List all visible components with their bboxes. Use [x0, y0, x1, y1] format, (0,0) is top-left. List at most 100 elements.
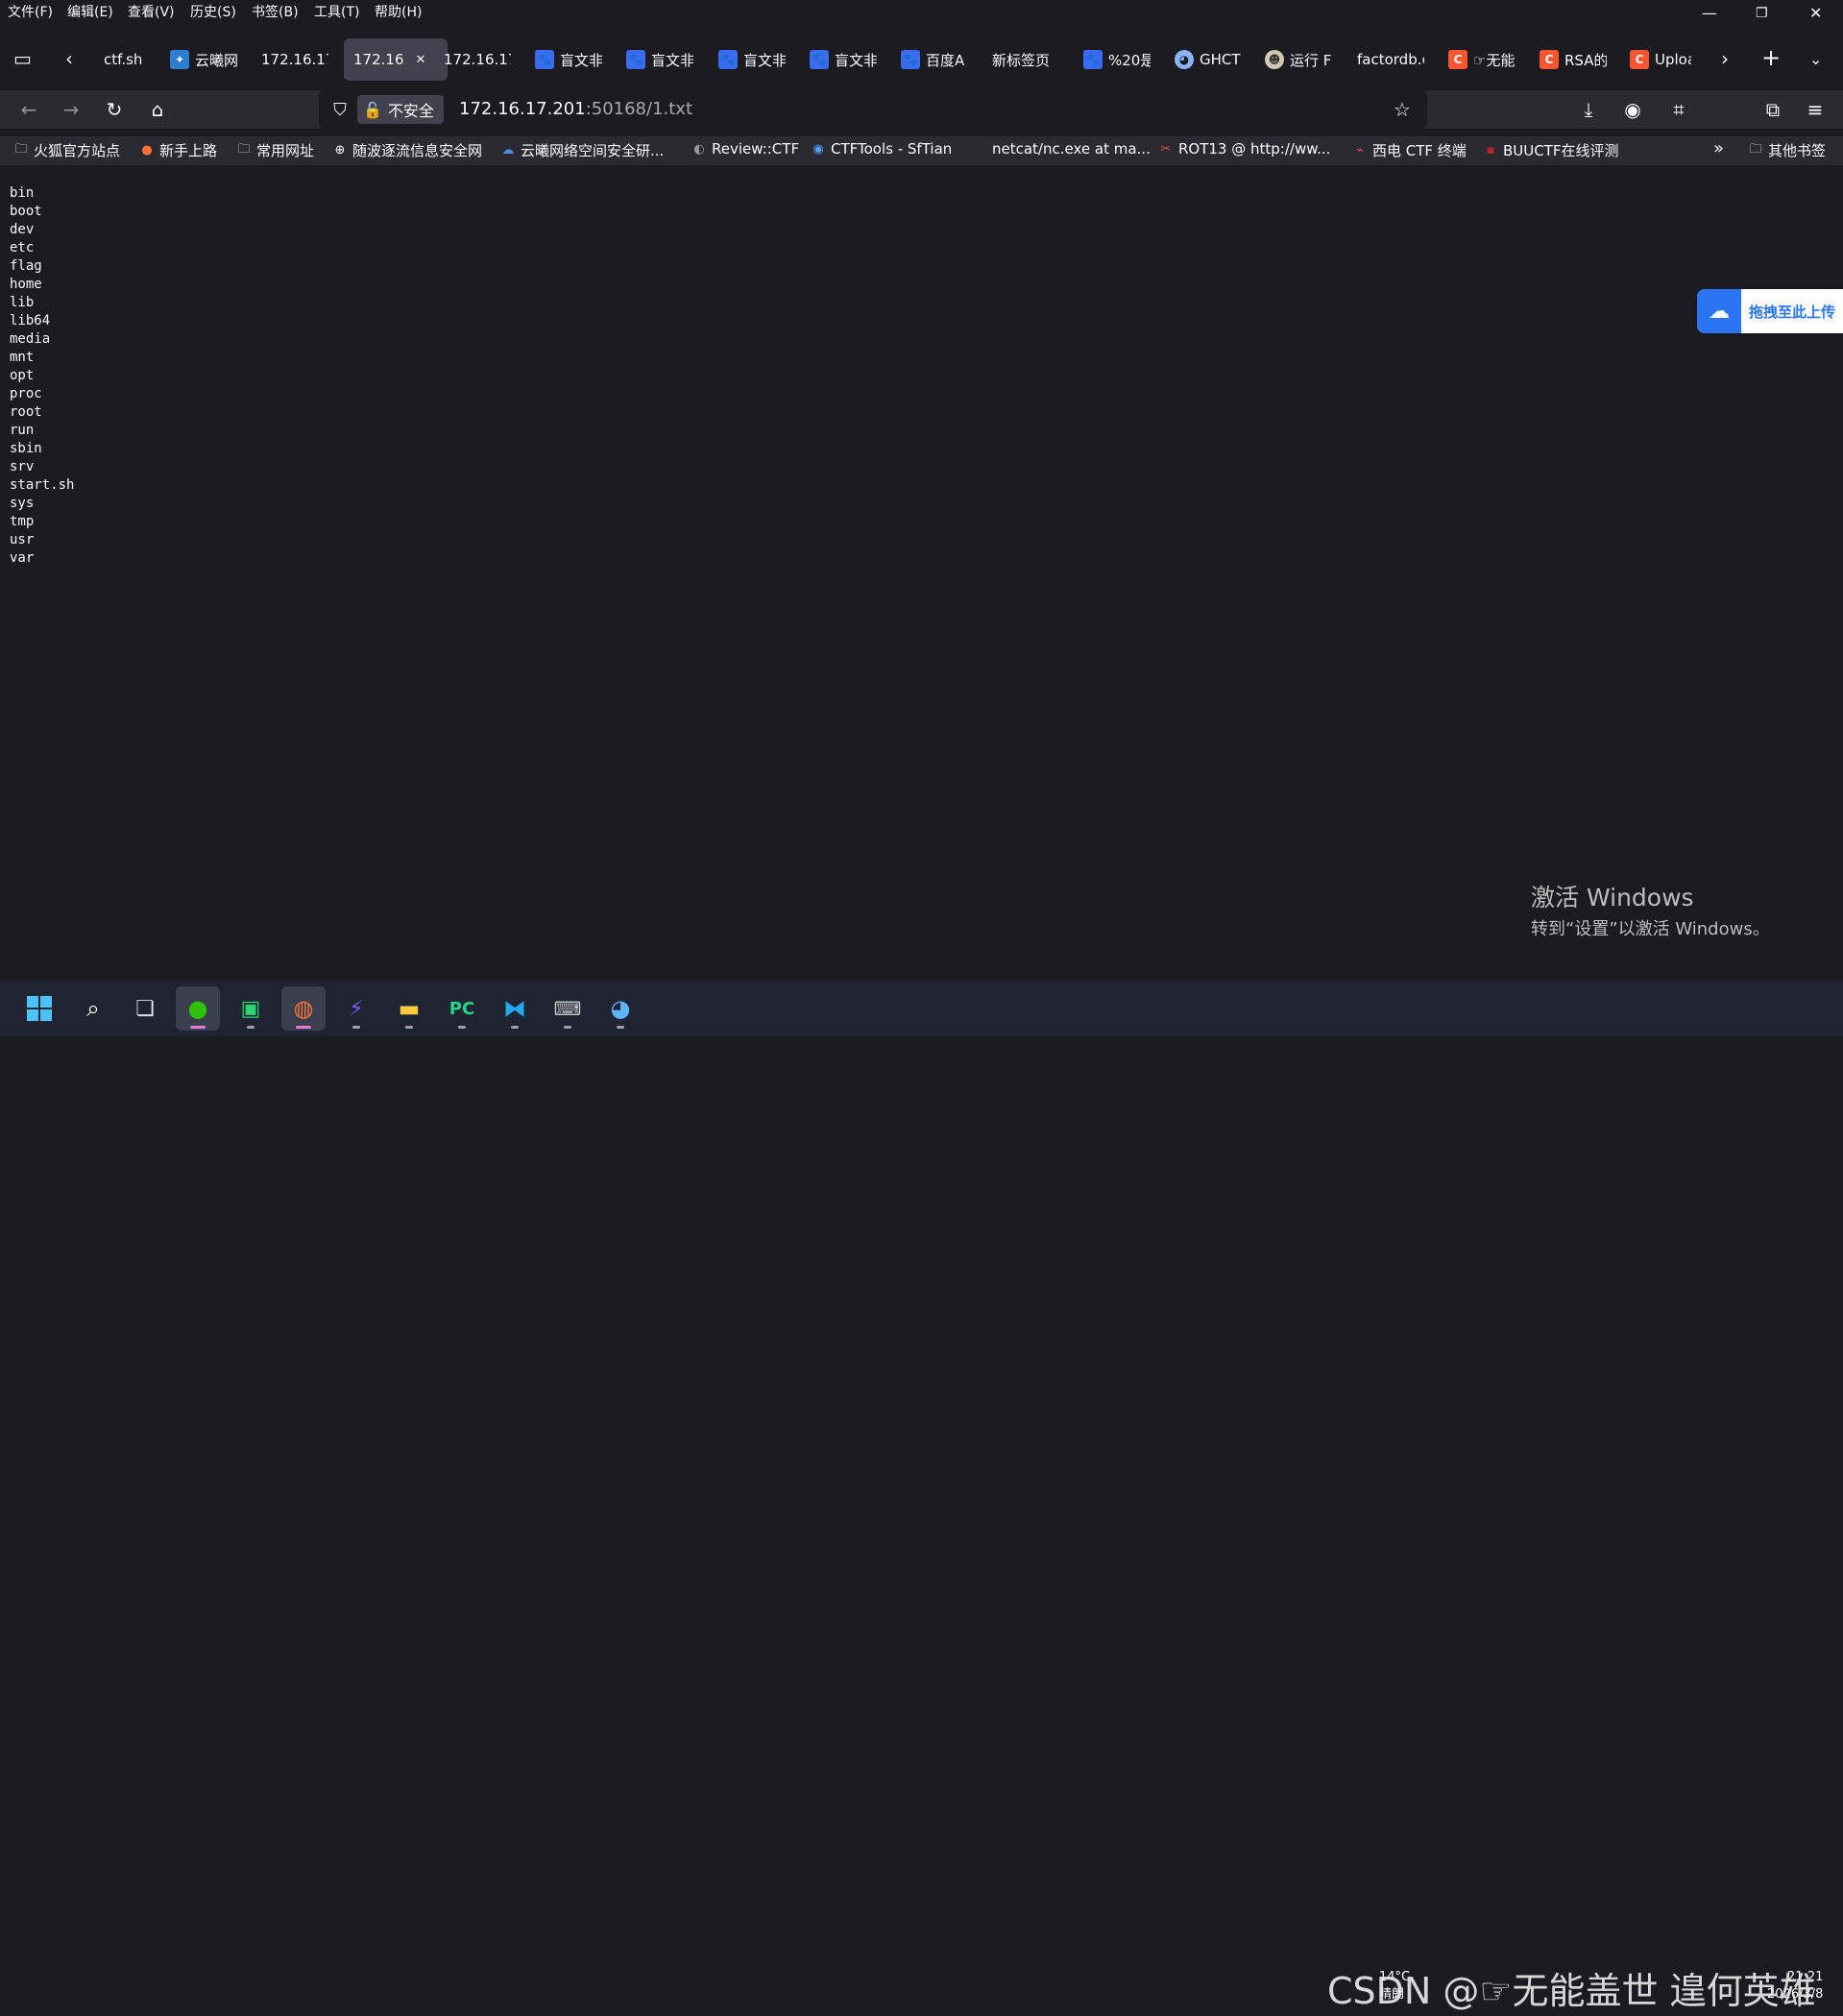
vscode-icon[interactable]: ⧓ [493, 986, 537, 1031]
csdn-favicon-icon: C [1630, 50, 1649, 69]
tab-9[interactable]: 🐾 百度A [901, 38, 968, 81]
downloads-icon[interactable]: ⤓ [1575, 96, 1602, 123]
list-item: home [10, 277, 42, 292]
list-item: var [10, 550, 35, 566]
pycharm-icon[interactable]: PC [440, 986, 484, 1031]
bookmark-item[interactable]: ☁ 云曦网络空间安全研... [500, 140, 665, 160]
browser-app-icon[interactable]: ◕ [598, 986, 643, 1031]
list-item: run [10, 423, 35, 438]
bookmark-item[interactable]: ● 新手上路 [139, 140, 217, 160]
firefox-icon[interactable]: ◍ [281, 986, 326, 1031]
close-window-icon[interactable]: ✕ [1809, 4, 1822, 22]
tab-14[interactable]: factordb.c [1357, 38, 1424, 81]
menu-help[interactable]: 帮助(H) [375, 2, 422, 21]
minimize-icon[interactable]: — [1702, 4, 1717, 22]
crop-icon[interactable]: ⌗ [1665, 96, 1692, 123]
home-icon[interactable]: ⌂ [144, 96, 171, 123]
app-menu-icon[interactable]: ≡ [1802, 96, 1829, 123]
gh-favicon-icon: ◕ [1175, 50, 1194, 69]
tab-label: 盲文非 [743, 51, 786, 69]
forward-icon[interactable]: → [58, 96, 85, 123]
close-tab-icon[interactable]: ✕ [416, 53, 426, 67]
tab-6[interactable]: 🐾 盲文非 [626, 38, 693, 81]
list-item: etc [10, 240, 35, 255]
menu-file[interactable]: 文件(F) [8, 2, 53, 21]
tab-4[interactable]: 172.16.17 [444, 38, 511, 81]
scroll-tabs-right-icon[interactable]: › [1721, 47, 1729, 70]
github-icon [972, 141, 987, 157]
task-view-icon[interactable]: ❏ [123, 986, 167, 1031]
tab-7[interactable]: 🐾 盲文非 [718, 38, 786, 81]
tab-label: 172.16.17 [261, 51, 328, 68]
security-label: 不安全 [387, 102, 434, 120]
bookmark-item[interactable]: ◐ Review::CTF [691, 140, 799, 158]
firefox-view-icon[interactable]: ▭ [13, 47, 32, 70]
bookmark-item[interactable]: ▪ BUUCTF在线评测 [1483, 140, 1619, 160]
bookmark-label: 随波逐流信息安全网 [352, 142, 483, 159]
url-bar[interactable]: ⛉ 🔓 不安全 172.16.17.201:50168/1.txt ☆ [319, 90, 1427, 129]
firefox-icon: ● [141, 143, 153, 158]
menu-bookmarks[interactable]: 书签(B) [252, 2, 299, 21]
tab-0[interactable]: ctf.sh [104, 38, 152, 81]
bookmark-item[interactable]: ✂ ROT13 @ http://ww... [1158, 140, 1331, 158]
bookmark-item[interactable]: 🗀 常用网址 [236, 140, 314, 160]
tab-5[interactable]: 🐾 盲文非 [535, 38, 602, 81]
tab-label: Uploa [1655, 51, 1691, 68]
list-item: sys [10, 496, 35, 511]
tab-1[interactable]: ✦ 云曦网 [170, 38, 237, 81]
menu-tools[interactable]: 工具(T) [314, 2, 359, 21]
app-purple-icon[interactable]: ⚡ [334, 986, 378, 1031]
shield-icon[interactable]: ⛉ [327, 96, 353, 123]
globe-icon: ⊕ [334, 143, 346, 158]
bookmark-star-icon[interactable]: ☆ [1389, 96, 1416, 123]
back-icon[interactable]: ← [15, 96, 42, 123]
rot13-icon: ✂ [1160, 141, 1172, 157]
wechat-icon[interactable]: ● [176, 986, 220, 1031]
bookmark-item[interactable]: ◉ CTFTools - SfTian [811, 140, 952, 158]
terminal-icon[interactable]: ⌨ [546, 986, 590, 1031]
folder-icon: 🗀 [237, 141, 251, 157]
start-button[interactable] [17, 986, 61, 1031]
reload-icon[interactable]: ↻ [101, 96, 128, 123]
bookmark-item[interactable]: 🗀 火狐官方站点 [13, 140, 120, 160]
menu-bar: 文件(F) 编辑(E) 查看(V) 历史(S) 书签(B) 工具(T) 帮助(H… [0, 0, 1843, 23]
url-text[interactable]: 172.16.17.201:50168/1.txt [459, 99, 692, 119]
search-icon[interactable]: ⌕ [71, 986, 115, 1031]
list-item: sbin [10, 441, 42, 456]
list-item: bin [10, 185, 35, 201]
bookmarks-overflow-icon[interactable]: » [1713, 138, 1724, 158]
tab-15[interactable]: C ☞无能 [1448, 38, 1516, 81]
tab-16[interactable]: C RSA的 [1540, 38, 1607, 81]
tab-17[interactable]: C Uploa [1630, 38, 1691, 81]
restore-icon[interactable]: ❐ [1756, 6, 1768, 21]
remote-desktop-icon[interactable]: ▣ [229, 986, 273, 1031]
bookmark-item[interactable]: ⊕ 随波逐流信息安全网 [332, 140, 482, 160]
tab-2[interactable]: 172.16.17 [261, 38, 328, 81]
list-item: media [10, 331, 51, 347]
extensions-icon[interactable]: ⧉ [1759, 96, 1786, 123]
tab-12[interactable]: ◕ GHCT [1175, 38, 1242, 81]
windows-logo-icon [27, 996, 52, 1021]
bookmark-label: ROT13 @ http://ww... [1178, 140, 1331, 158]
navigation-bar: ← → ↻ ⌂ ⛉ 🔓 不安全 172.16.17.201:50168/1.tx… [0, 90, 1843, 129]
tab-3[interactable]: 172.16 ✕ [344, 38, 448, 81]
file-explorer-icon[interactable]: ▬ [387, 986, 431, 1031]
menu-history[interactable]: 历史(S) [190, 2, 236, 21]
bookmark-item[interactable]: ⌁ 西电 CTF 终端 [1352, 140, 1467, 160]
upload-widget[interactable]: ☁ 拖拽至此上传 [1697, 289, 1843, 333]
tab-11[interactable]: 🐾 %20是 [1083, 38, 1151, 81]
new-tab-icon[interactable]: + [1761, 44, 1781, 71]
list-all-tabs-icon[interactable]: ⌄ [1809, 50, 1822, 68]
bookmark-item[interactable]: netcat/nc.exe at ma... [972, 140, 1151, 158]
scroll-tabs-left-icon[interactable]: ‹ [65, 47, 73, 70]
tab-label: 172.16.17 [444, 51, 511, 68]
bookmark-other[interactable]: 🗀 其他书签 [1748, 140, 1826, 160]
security-indicator[interactable]: 🔓 不安全 [357, 95, 444, 124]
menu-edit[interactable]: 编辑(E) [67, 2, 113, 21]
tab-8[interactable]: 🐾 盲文非 [810, 38, 877, 81]
menu-view[interactable]: 查看(V) [128, 2, 175, 21]
review-icon: ◐ [693, 141, 705, 157]
tab-13[interactable]: ☻ 运行 F [1265, 38, 1332, 81]
account-icon[interactable]: ◉ [1619, 96, 1646, 123]
tab-10[interactable]: 新标签页 [992, 38, 1059, 81]
